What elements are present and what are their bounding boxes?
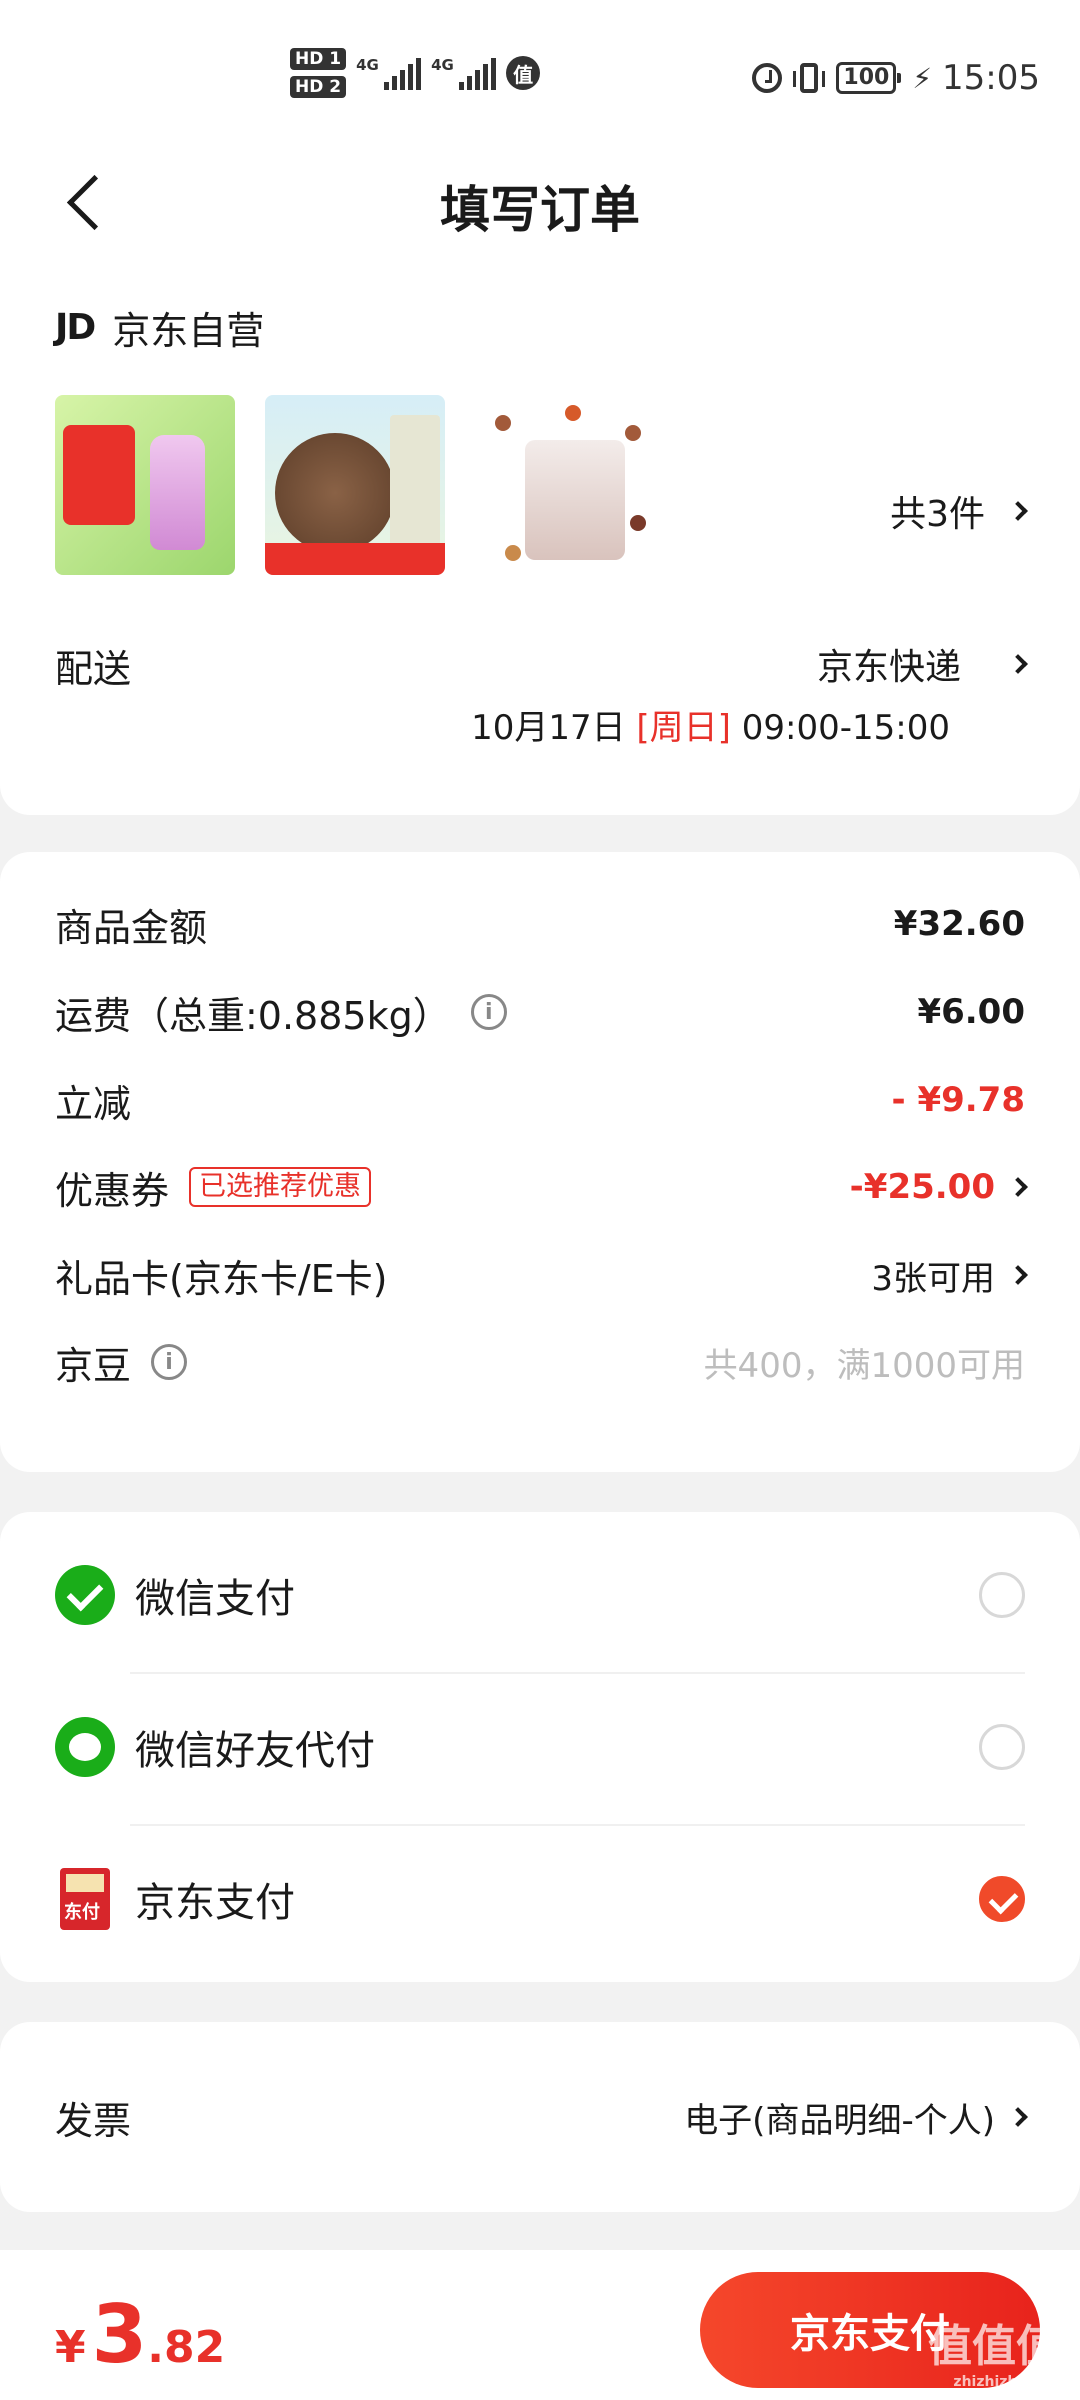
payment-option-wechat[interactable]: 微信支付 [55,1520,1025,1670]
gift-card-value: 3张可用 [871,1258,995,1299]
total-integer: 3 [91,2288,148,2381]
shipping-value: ¥6.00 [917,992,1025,1032]
submit-order-label: 京东支付 [790,2311,950,2357]
coupon-recommended-badge: 已选推荐优惠 [189,1167,372,1207]
chevron-right-icon [1008,654,1028,674]
chevron-right-icon [1008,501,1028,521]
order-items-card: JD 京东自营 共3件 配送 京东快递 10月17日 [周日] 09:00-15… [0,260,1080,815]
goods-amount-label: 商品金额 [55,905,208,950]
jd-pay-icon [60,1868,110,1930]
invoice-row[interactable]: 发票 电子(商品明细-个人) [55,2087,1028,2147]
info-icon[interactable]: i [470,994,507,1030]
jingdou-label: 京豆 [55,1343,132,1388]
instant-discount-row: 立减 - ¥9.78 [55,1070,1025,1130]
product-thumbnails[interactable] [55,395,655,575]
vibrate-icon [793,63,826,93]
invoice-label: 发票 [55,2098,132,2143]
coupon-row[interactable]: 优惠券 已选推荐优惠 -¥25.00 [55,1157,1028,1217]
invoice-card[interactable]: 发票 电子(商品明细-个人) [0,2022,1080,2212]
signal-1-icon: 4G [356,56,422,90]
page-title: 填写订单 [440,181,640,239]
payment-option-label: 微信好友代付 [135,1728,375,1774]
chevron-right-icon [1008,1177,1028,1197]
payment-option-jd-pay[interactable]: 京东支付 [55,1824,1025,1974]
coupon-label: 优惠券 [55,1168,170,1213]
wechat-pay-icon [55,1565,115,1625]
hd1-indicator: HD 1 [290,48,347,70]
charging-icon: ⚡ [912,61,933,95]
payment-option-wechat-friend[interactable]: 微信好友代付 [55,1672,1025,1822]
product-thumbnail-nuts[interactable] [475,395,655,575]
product-thumbnail-mouthwash[interactable] [55,395,235,575]
delivery-time[interactable]: 10月17日 [周日] 09:00-15:00 [471,700,950,749]
payment-option-label: 京东支付 [135,1880,295,1926]
currency-symbol: ¥ [55,2322,86,2373]
radio-button[interactable] [979,1572,1025,1618]
jd-logo-icon: JD [55,307,96,348]
goods-amount-value: ¥32.60 [893,904,1025,944]
invoice-value: 电子(商品明细-个人) [684,2100,995,2141]
alarm-icon [752,63,783,93]
chevron-right-icon [1008,2107,1028,2127]
total-price: ¥ 3 .82 [55,2288,225,2381]
jingdou-value: 共400，满1000可用 [703,1345,1025,1386]
hd2-indicator: HD 2 [290,76,347,98]
checkout-bar: ¥ 3 .82 京东支付 值值值 zhizhizhi.com [0,2250,1080,2400]
radio-button-checked[interactable] [979,1876,1025,1922]
shop-header: JD 京东自营 [55,300,264,355]
instant-discount-label: 立减 [55,1081,132,1126]
wechat-friend-pay-icon [55,1717,115,1777]
payment-option-label: 微信支付 [135,1576,295,1622]
signal-2-icon: 4G [431,56,497,90]
gift-card-label: 礼品卡(京东卡/E卡) [55,1256,388,1301]
item-count-link[interactable]: 共3件 [890,485,1028,537]
price-summary-card: 商品金额 ¥32.60 运费（总重:0.885kg） i ¥6.00 立减 - … [0,852,1080,1472]
app-notification-icon: 值 [506,56,541,90]
shipping-row: 运费（总重:0.885kg） i ¥6.00 [55,982,1025,1042]
radio-button[interactable] [979,1724,1025,1770]
product-thumbnail-noodles[interactable] [265,395,445,575]
shipping-label: 运费（总重:0.885kg） [55,993,451,1038]
item-count-label: 共3件 [890,494,985,535]
total-decimal: .82 [147,2322,226,2373]
info-icon[interactable]: i [151,1344,188,1380]
clock: 15:05 [942,58,1040,98]
chevron-right-icon [1008,1265,1028,1285]
payment-methods-card: 微信支付 微信好友代付 京东支付 [0,1512,1080,1982]
delivery-timeslot: 09:00-15:00 [741,708,950,748]
delivery-method-selector[interactable]: 京东快递 [816,638,1028,690]
jingdou-row: 京豆 i 共400，满1000可用 [55,1332,1025,1392]
delivery-date: 10月17日 [471,708,626,748]
gift-card-row[interactable]: 礼品卡(京东卡/E卡) 3张可用 [55,1245,1028,1305]
goods-amount-row: 商品金额 ¥32.60 [55,894,1025,954]
instant-discount-value: - ¥9.78 [891,1080,1026,1120]
watermark-logo: 值值值 zhizhizhi.com [928,2321,1060,2390]
delivery-method: 京东快递 [816,647,961,688]
coupon-value: -¥25.00 [849,1167,995,1207]
page-header: 填写订单 [0,150,1080,260]
shop-name: 京东自营 [112,309,265,353]
delivery-weekday: [周日] [636,708,731,748]
delivery-label: 配送 [55,647,132,691]
battery-icon: 100 [836,62,902,94]
status-bar: HD 1 HD 2 4G 4G 值 100 ⚡ 15:05 [0,0,1080,150]
